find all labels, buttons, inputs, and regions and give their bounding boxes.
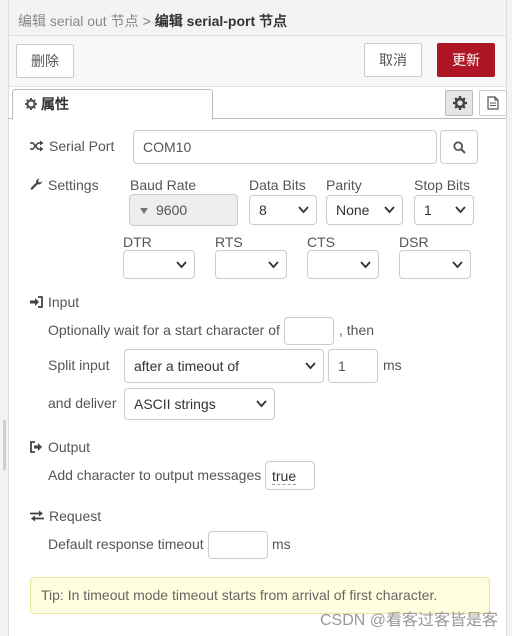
cts-select[interactable] xyxy=(307,250,379,279)
baud-rate-label: Baud Rate xyxy=(130,177,197,193)
done-button[interactable]: 更新 xyxy=(437,43,495,77)
chevron-down-icon xyxy=(360,261,371,269)
split-unit: ms xyxy=(383,357,402,373)
add-char-input[interactable]: true xyxy=(265,461,315,490)
split-input-label: Split input xyxy=(48,357,110,373)
response-timeout-unit: ms xyxy=(272,536,291,552)
resize-grip[interactable] xyxy=(3,420,6,470)
split-mode-select[interactable]: after a timeout of xyxy=(124,349,324,383)
split-amount-input[interactable]: 1 xyxy=(328,349,378,383)
data-bits-label: Data Bits xyxy=(249,177,306,193)
description-side-tab[interactable] xyxy=(479,90,507,116)
search-icon xyxy=(453,141,466,154)
sign-in-icon xyxy=(30,296,43,308)
left-frame-border xyxy=(0,0,9,636)
breadcrumb-parent[interactable]: 编辑 serial out 节点 xyxy=(18,13,139,29)
tab-properties[interactable]: 属性 xyxy=(12,89,213,120)
search-ports-button[interactable] xyxy=(440,130,478,164)
deliver-label: and deliver xyxy=(48,395,117,411)
parity-label: Parity xyxy=(326,177,362,193)
tab-bar: 属性 xyxy=(9,87,507,120)
dtr-select[interactable] xyxy=(123,250,195,279)
stop-bits-label: Stop Bits xyxy=(414,177,471,193)
response-timeout-text: Default response timeout xyxy=(48,536,204,552)
response-timeout-input[interactable] xyxy=(208,531,268,559)
cancel-button[interactable]: 取消 xyxy=(364,43,422,77)
serial-port-label: Serial Port xyxy=(30,138,114,154)
request-section-label: Request xyxy=(30,508,101,524)
tray-header: 编辑 serial out 节点 > 编辑 serial-port 节点 xyxy=(9,0,506,36)
chevron-down-icon xyxy=(455,206,466,214)
dtr-label: DTR xyxy=(123,234,152,250)
output-section-label: Output xyxy=(30,439,90,455)
breadcrumb-separator: > xyxy=(142,13,151,29)
properties-side-tab[interactable] xyxy=(445,90,473,116)
sign-out-icon xyxy=(30,441,42,453)
baud-rate-combo[interactable]: 9600 xyxy=(129,194,238,226)
dsr-select[interactable] xyxy=(399,250,471,279)
chevron-down-icon xyxy=(256,400,267,408)
wait-start-text: Optionally wait for a start character of xyxy=(48,322,280,338)
chevron-down-icon xyxy=(305,362,316,370)
input-section-label: Input xyxy=(30,294,79,310)
wrench-icon xyxy=(30,178,43,190)
delete-button[interactable]: 删除 xyxy=(16,44,74,78)
breadcrumb-current: 编辑 serial-port 节点 xyxy=(154,13,288,29)
caret-down-icon[interactable] xyxy=(140,207,148,214)
rts-label: RTS xyxy=(215,234,243,250)
breadcrumb: 编辑 serial out 节点 > 编辑 serial-port 节点 xyxy=(18,11,287,31)
tab-properties-label: 属性 xyxy=(41,96,69,112)
start-char-input[interactable] xyxy=(284,317,334,345)
dsr-label: DSR xyxy=(399,234,429,250)
add-char-text: Add character to output messages xyxy=(48,467,262,483)
gear-icon xyxy=(453,96,467,110)
stop-bits-select[interactable]: 1 xyxy=(414,195,474,225)
chevron-down-icon xyxy=(298,206,309,214)
data-bits-select[interactable]: 8 xyxy=(249,195,317,225)
action-bar: 删除 取消 更新 xyxy=(9,36,506,87)
serial-port-input[interactable]: COM10 xyxy=(133,130,437,164)
parity-select[interactable]: None xyxy=(326,195,403,225)
exchange-icon xyxy=(30,510,44,522)
gear-icon xyxy=(25,98,37,110)
chevron-down-icon xyxy=(384,206,395,214)
document-icon xyxy=(487,96,499,110)
chevron-down-icon xyxy=(268,261,279,269)
shuffle-icon xyxy=(30,140,44,152)
watermark: CSDN @看客过客皆是客 xyxy=(319,612,498,629)
cts-label: CTS xyxy=(307,234,335,250)
chevron-down-icon xyxy=(452,261,463,269)
rts-select[interactable] xyxy=(215,250,287,279)
chevron-down-icon xyxy=(176,261,187,269)
wait-start-suffix: , then xyxy=(339,322,375,338)
deliver-select[interactable]: ASCII strings xyxy=(124,388,275,420)
settings-label: Settings xyxy=(30,177,99,193)
